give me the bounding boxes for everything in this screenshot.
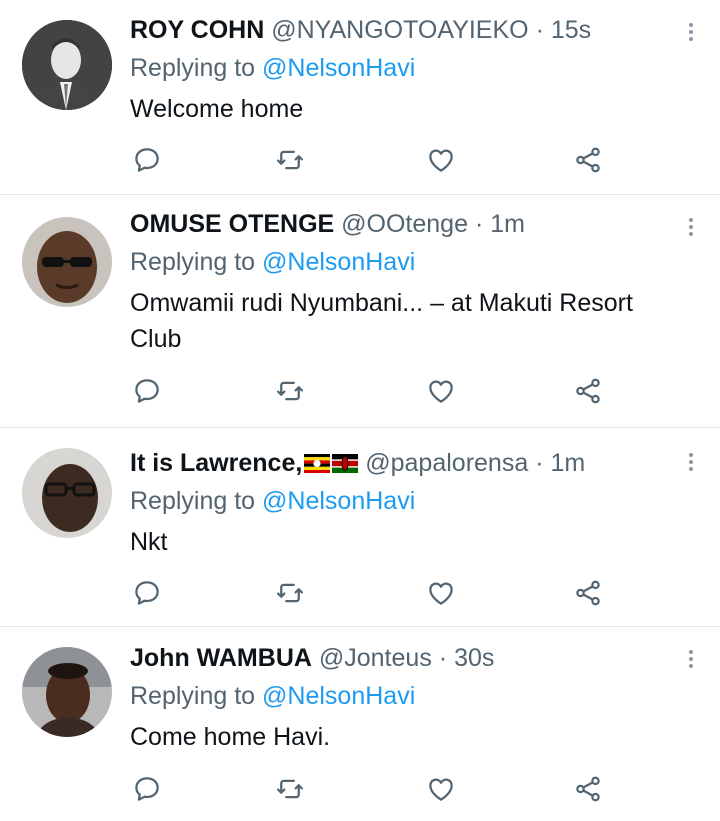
reply-icon[interactable] <box>132 774 162 804</box>
tweet-text: Welcome home <box>130 95 304 123</box>
more-options-icon[interactable] <box>687 20 695 44</box>
reply-context: Replying to @NelsonHavi <box>130 247 680 277</box>
retweet-icon[interactable] <box>275 376 305 406</box>
reply-prefix: Replying to <box>130 248 256 276</box>
reply-context: Replying to @NelsonHavi <box>130 53 680 83</box>
timestamp[interactable]: 30s <box>454 644 494 672</box>
mention-link[interactable]: @NelsonHavi <box>262 487 415 515</box>
retweet-icon[interactable] <box>275 145 305 175</box>
share-icon[interactable] <box>573 774 603 804</box>
tweet-text: Omwamii rudi Nyumbani... – at Makuti Res… <box>130 289 633 353</box>
tweet-actions <box>130 376 610 406</box>
avatar[interactable] <box>22 647 112 737</box>
like-icon[interactable] <box>426 376 456 406</box>
like-icon[interactable] <box>426 145 456 175</box>
tweet[interactable]: It is Lawrence, @papalorensa · 1m Replyi… <box>0 428 720 627</box>
like-icon[interactable] <box>426 774 456 804</box>
user-handle[interactable]: @OOtenge <box>341 210 468 238</box>
tweet[interactable]: John WAMBUA @Jonteus · 30s Replying to @… <box>0 627 720 821</box>
mention-link[interactable]: @NelsonHavi <box>262 54 415 82</box>
tweet[interactable]: OMUSE OTENGE @OOtenge · 1m Replying to @… <box>0 195 720 428</box>
reply-icon[interactable] <box>132 145 162 175</box>
share-icon[interactable] <box>573 578 603 608</box>
tweet-text: Come home Havi. <box>130 723 331 751</box>
separator: · <box>474 210 484 238</box>
tweet-header: OMUSE OTENGE @OOtenge · 1m <box>130 209 680 239</box>
separator: · <box>438 644 448 672</box>
separator: · <box>535 16 544 44</box>
reply-context: Replying to @NelsonHavi <box>130 681 680 711</box>
display-name[interactable]: OMUSE OTENGE <box>130 210 334 238</box>
tweet[interactable]: ROY COHN @NYANGOTOAYIEKO · 15s Replying … <box>0 0 720 195</box>
reply-prefix: Replying to <box>130 54 256 82</box>
reply-prefix: Replying to <box>130 682 256 710</box>
tweet-header: John WAMBUA @Jonteus · 30s <box>130 643 680 673</box>
avatar[interactable] <box>22 217 112 307</box>
timestamp[interactable]: 1m <box>490 210 525 238</box>
separator: · <box>535 449 544 477</box>
retweet-icon[interactable] <box>275 578 305 608</box>
share-icon[interactable] <box>573 145 603 175</box>
display-name[interactable]: John WAMBUA <box>130 644 312 672</box>
share-icon[interactable] <box>573 376 603 406</box>
mention-link[interactable]: @NelsonHavi <box>262 682 415 710</box>
reply-prefix: Replying to <box>130 487 256 515</box>
tweet-text: Nkt <box>130 528 168 556</box>
reply-icon[interactable] <box>132 578 162 608</box>
display-name[interactable]: ROY COHN <box>130 16 264 44</box>
reply-context: Replying to @NelsonHavi <box>130 486 680 516</box>
mention-link[interactable]: @NelsonHavi <box>262 248 415 276</box>
tweet-header: ROY COHN @NYANGOTOAYIEKO · 15s <box>130 15 680 45</box>
tweet-actions <box>130 145 610 175</box>
timestamp[interactable]: 15s <box>551 16 591 44</box>
user-handle[interactable]: @NYANGOTOAYIEKO <box>271 16 528 44</box>
uganda-flag-icon <box>304 450 331 474</box>
tweet-actions <box>130 774 610 804</box>
kenya-flag-icon <box>332 450 359 473</box>
more-options-icon[interactable] <box>687 215 695 239</box>
avatar[interactable] <box>22 448 112 538</box>
more-options-icon[interactable] <box>687 450 695 474</box>
more-options-icon[interactable] <box>687 647 695 671</box>
display-name[interactable]: It is Lawrence, <box>130 449 302 477</box>
reply-icon[interactable] <box>132 376 162 406</box>
timestamp[interactable]: 1m <box>550 449 585 477</box>
tweet-actions <box>130 578 610 608</box>
retweet-icon[interactable] <box>275 774 305 804</box>
user-handle[interactable]: @papalorensa <box>365 449 528 477</box>
like-icon[interactable] <box>426 578 456 608</box>
user-handle[interactable]: @Jonteus <box>319 644 432 672</box>
tweet-header: It is Lawrence, @papalorensa · 1m <box>130 448 680 478</box>
avatar[interactable] <box>22 20 112 110</box>
